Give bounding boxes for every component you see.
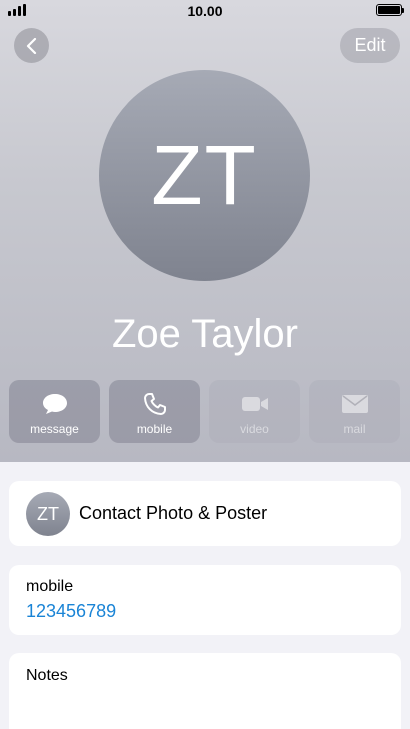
- phone-icon: [141, 390, 169, 418]
- chevron-left-icon: [26, 37, 36, 54]
- contact-avatar-small: ZT: [26, 492, 70, 536]
- status-time: 10.00: [187, 3, 223, 19]
- phone-label: mobile: [26, 578, 74, 595]
- notes-label: Notes: [26, 667, 68, 684]
- envelope-icon: [341, 390, 369, 418]
- message-action-label: message: [30, 422, 79, 436]
- video-camera-icon: [241, 390, 269, 418]
- phone-number-row[interactable]: mobile 123456789: [9, 565, 401, 635]
- mail-action-label: mail: [343, 422, 366, 436]
- mail-action-button[interactable]: mail: [309, 380, 400, 443]
- quick-actions: message mobile video mail: [9, 380, 401, 443]
- contact-photo-poster-label: Contact Photo & Poster: [79, 503, 268, 523]
- call-action-button[interactable]: mobile: [109, 380, 200, 443]
- battery-icon: [376, 4, 404, 16]
- contact-header: 10.00 Edit ZT Zoe Taylor message mobile: [0, 0, 410, 462]
- edit-button[interactable]: Edit: [340, 28, 400, 63]
- call-action-label: mobile: [136, 422, 173, 436]
- phone-number-link[interactable]: 123456789: [26, 601, 116, 622]
- contact-screen: 10.00 Edit ZT Zoe Taylor message mobile: [0, 0, 410, 729]
- status-bar: 10.00: [0, 0, 410, 24]
- message-bubble-icon: [41, 390, 69, 418]
- message-action-button[interactable]: message: [9, 380, 100, 443]
- back-button[interactable]: [14, 28, 49, 63]
- video-action-label: video: [240, 422, 269, 436]
- contact-name: Zoe Taylor: [111, 312, 298, 356]
- video-action-button[interactable]: video: [209, 380, 300, 443]
- contact-avatar[interactable]: ZT: [99, 70, 310, 281]
- contact-photo-poster-row[interactable]: ZT Contact Photo & Poster: [9, 481, 401, 546]
- notes-field[interactable]: Notes: [9, 653, 401, 729]
